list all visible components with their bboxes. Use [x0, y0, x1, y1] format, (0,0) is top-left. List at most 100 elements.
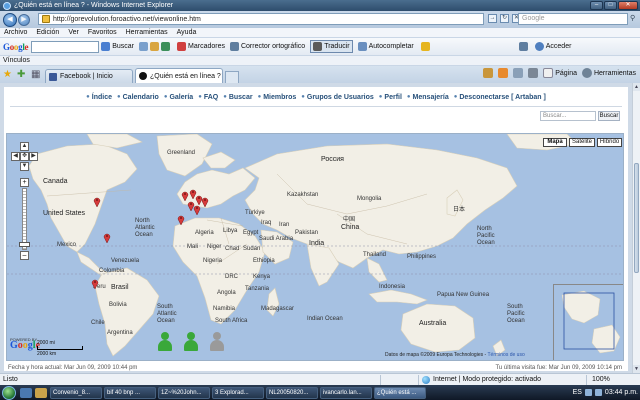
favorites-star-icon[interactable]: ★ [3, 69, 15, 81]
marcadores-button[interactable]: Marcadores [177, 42, 225, 51]
url-field[interactable]: http://gorevolution.foroactivo.net/viewo… [38, 13, 484, 25]
location-marker[interactable] [177, 214, 185, 225]
forum-search-input[interactable]: Buscar... [540, 111, 596, 121]
online-users-map[interactable]: Россия Canada United States Mexico Brasi… [6, 133, 624, 361]
start-button[interactable] [2, 385, 16, 400]
clock[interactable]: 03:44 p.m. [605, 389, 638, 396]
nav-desconectarse[interactable]: Desconectarse [ Artaban ] [454, 91, 546, 103]
google-map-logo[interactable]: Google [10, 340, 40, 351]
map-label-japan: 日本 [453, 207, 466, 213]
overview-map[interactable] [553, 284, 623, 360]
minimize-button[interactable]: – [590, 1, 603, 10]
print-icon[interactable] [528, 68, 539, 78]
scroll-down-arrow[interactable]: ▼ [633, 365, 640, 373]
zoom-slider-handle[interactable] [19, 242, 30, 247]
map-type-satelite-button[interactable]: Satélite [569, 138, 595, 147]
network-icon[interactable] [584, 389, 592, 396]
search-input[interactable]: Google [518, 13, 628, 25]
location-marker[interactable] [193, 204, 201, 215]
nav-calendario[interactable]: Calendario [117, 91, 159, 103]
language-indicator[interactable]: ES [573, 389, 582, 396]
read-mail-icon[interactable] [513, 68, 524, 78]
scrollbar-thumb[interactable] [634, 163, 639, 273]
nav-grupos[interactable]: Grupos de Usuarios [301, 91, 374, 103]
zoom-in-button[interactable]: + [20, 178, 29, 187]
menu-ver[interactable]: Ver [68, 29, 79, 36]
back-button[interactable]: ◀ [3, 12, 17, 27]
menu-ayuda[interactable]: Ayuda [177, 29, 197, 36]
taskbar-item[interactable]: 1Z~%20John... [158, 386, 210, 399]
zoom-track[interactable] [22, 188, 27, 250]
google-buscar-button[interactable]: Buscar [101, 42, 134, 51]
menu-edicion[interactable]: Edición [36, 29, 59, 36]
pan-right-button[interactable]: ▶ [29, 152, 38, 161]
taskbar-item-active[interactable]: ¿Quién está ... [374, 386, 426, 399]
nav-galeria[interactable]: Galería [164, 91, 193, 103]
settings-wrench-button[interactable] [518, 42, 530, 51]
quick-launch-icon[interactable] [20, 387, 32, 398]
security-zone[interactable]: Internet | Modo protegido: activado [422, 375, 541, 384]
volume-icon[interactable] [594, 389, 602, 396]
refresh-icon[interactable]: ↻ [500, 14, 509, 23]
new-tab-button[interactable] [225, 71, 239, 83]
nav-perfil[interactable]: Perfil [379, 91, 402, 103]
location-marker[interactable] [93, 196, 101, 207]
zoom-out-button[interactable]: – [20, 251, 29, 260]
location-marker[interactable] [201, 196, 209, 207]
menu-favoritos[interactable]: Favoritos [88, 29, 117, 36]
home-icon[interactable] [483, 68, 494, 78]
acceder-button[interactable]: Acceder [534, 42, 571, 51]
pagina-menu[interactable]: Página [543, 68, 577, 78]
pan-center-button[interactable]: ✥ [20, 152, 29, 161]
search-icon[interactable]: ⚲ [630, 14, 638, 23]
add-favorites-icon[interactable]: ✚ [17, 69, 29, 81]
overview-map-land [561, 290, 621, 354]
scroll-up-arrow[interactable]: ▲ [633, 83, 640, 91]
nav-faq[interactable]: FAQ [198, 91, 218, 103]
page-scrollbar[interactable]: ▲ ▼ [632, 83, 640, 373]
herramientas-menu[interactable]: Herramientas [581, 68, 636, 78]
taskbar-item[interactable]: ivancarlo.lan... [320, 386, 372, 399]
taskbar-item[interactable]: bif 40 bnp ... [104, 386, 156, 399]
maximize-button[interactable]: □ [604, 1, 617, 10]
map-type-hibrido-button[interactable]: Híbrido [597, 138, 622, 147]
corrector-button[interactable]: Corrector ortográfico [229, 42, 305, 51]
system-tray: ES 03:44 p.m. [573, 386, 638, 399]
nav-indice[interactable]: Índice [86, 91, 112, 103]
location-marker[interactable] [103, 232, 111, 243]
pencil-icon[interactable] [420, 42, 432, 51]
close-button[interactable]: ✕ [618, 1, 638, 10]
pan-up-button[interactable]: ▲ [20, 142, 29, 151]
map-type-mapa-button[interactable]: Mapa [543, 138, 567, 147]
zoom-level[interactable]: 100% [592, 376, 610, 383]
user-icon [534, 42, 544, 51]
ie-icon [3, 1, 11, 10]
nav-mensajeria[interactable]: Mensajería [407, 91, 449, 103]
forum-search-button[interactable]: Buscar [598, 111, 620, 121]
tab-quien-esta-en-linea[interactable]: ¿Quién está en línea ? ✕ [135, 68, 223, 83]
menu-archivo[interactable]: Archivo [4, 29, 27, 36]
menu-herramientas[interactable]: Herramientas [126, 29, 168, 36]
pan-left-button[interactable]: ◀ [11, 152, 20, 161]
feeds-icon[interactable] [498, 68, 509, 78]
close-tab-icon[interactable]: ✕ [221, 72, 222, 80]
taskbar-item[interactable]: 3 Explorad... [212, 386, 264, 399]
window-titlebar: ¿Quién está en línea ? - Windows Interne… [0, 0, 640, 11]
tab-list-icon[interactable]: ▦ [31, 69, 43, 81]
forward-button[interactable]: ▶ [18, 13, 30, 26]
quick-launch-icon[interactable] [35, 387, 47, 398]
pan-down-button[interactable]: ▼ [20, 162, 29, 171]
links-bar[interactable]: Vínculos [0, 56, 640, 66]
tab-facebook[interactable]: Facebook | Inicio [45, 69, 133, 83]
taskbar-item[interactable]: NL20050820... [266, 386, 318, 399]
location-marker[interactable] [91, 278, 99, 289]
google-search-input[interactable] [31, 40, 100, 53]
taskbar-item[interactable]: Convenio_8... [50, 386, 102, 399]
toolbar-icons-group[interactable] [139, 42, 172, 51]
terms-link[interactable]: Términos de uso [487, 352, 524, 358]
autocompletar-button[interactable]: Autocompletar [357, 42, 414, 51]
nav-buscar[interactable]: Buscar [223, 91, 253, 103]
traducir-button[interactable]: Traducir [310, 40, 353, 53]
go-icon[interactable]: → [488, 14, 497, 23]
nav-miembros[interactable]: Miembros [258, 91, 296, 103]
